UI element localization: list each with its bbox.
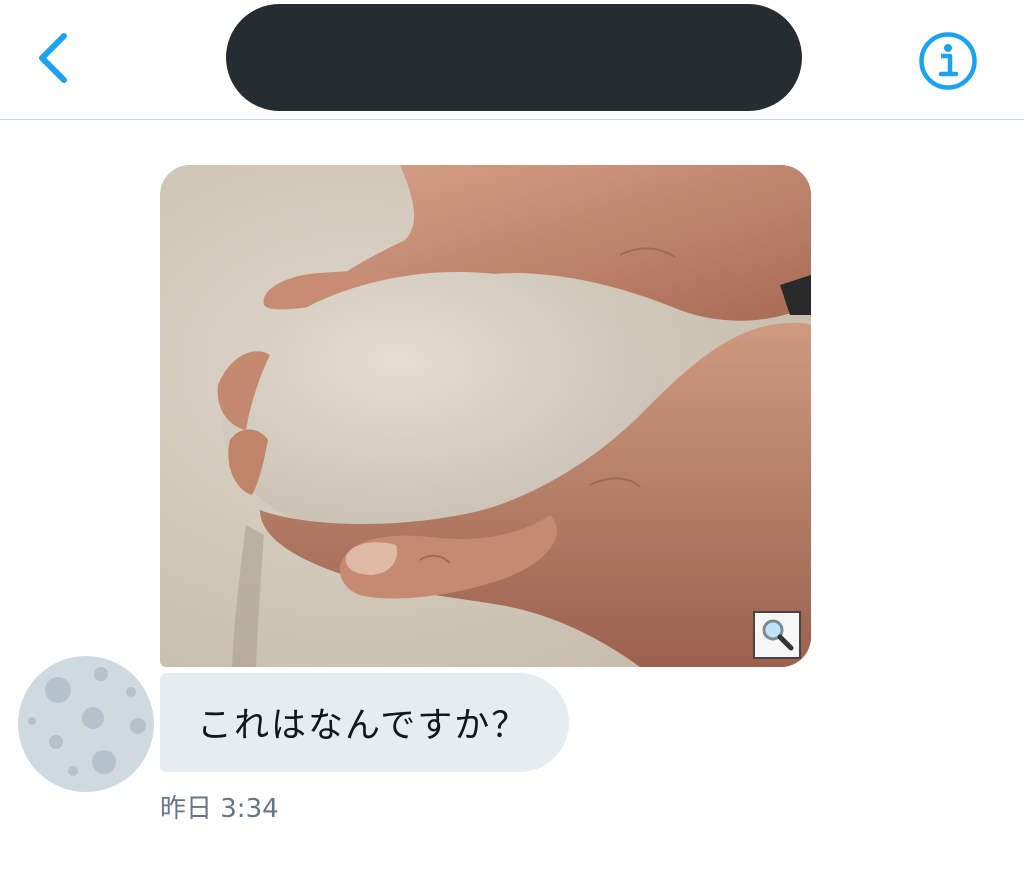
chevron-left-icon (39, 33, 67, 83)
magnifier-icon (762, 619, 794, 651)
message-bubble[interactable]: これはなんですか？ (160, 673, 570, 772)
conversation-header (0, 0, 1024, 120)
message-text: これはなんですか？ (197, 706, 529, 746)
moon-avatar-icon (28, 667, 146, 776)
message-timestamp: 昨日 3:34 (160, 794, 279, 824)
conversation-info-button[interactable] (916, 29, 980, 93)
dm-conversation-screen: これはなんですか？ 昨日 3:34 (0, 0, 1024, 879)
back-button[interactable] (26, 28, 82, 88)
zoom-button[interactable] (753, 611, 801, 659)
info-circle-icon (919, 32, 977, 90)
sender-avatar[interactable] (18, 656, 154, 792)
sand-in-hands-image (160, 165, 811, 667)
image-message[interactable] (160, 165, 811, 667)
redacted-conversation-title (226, 4, 802, 111)
